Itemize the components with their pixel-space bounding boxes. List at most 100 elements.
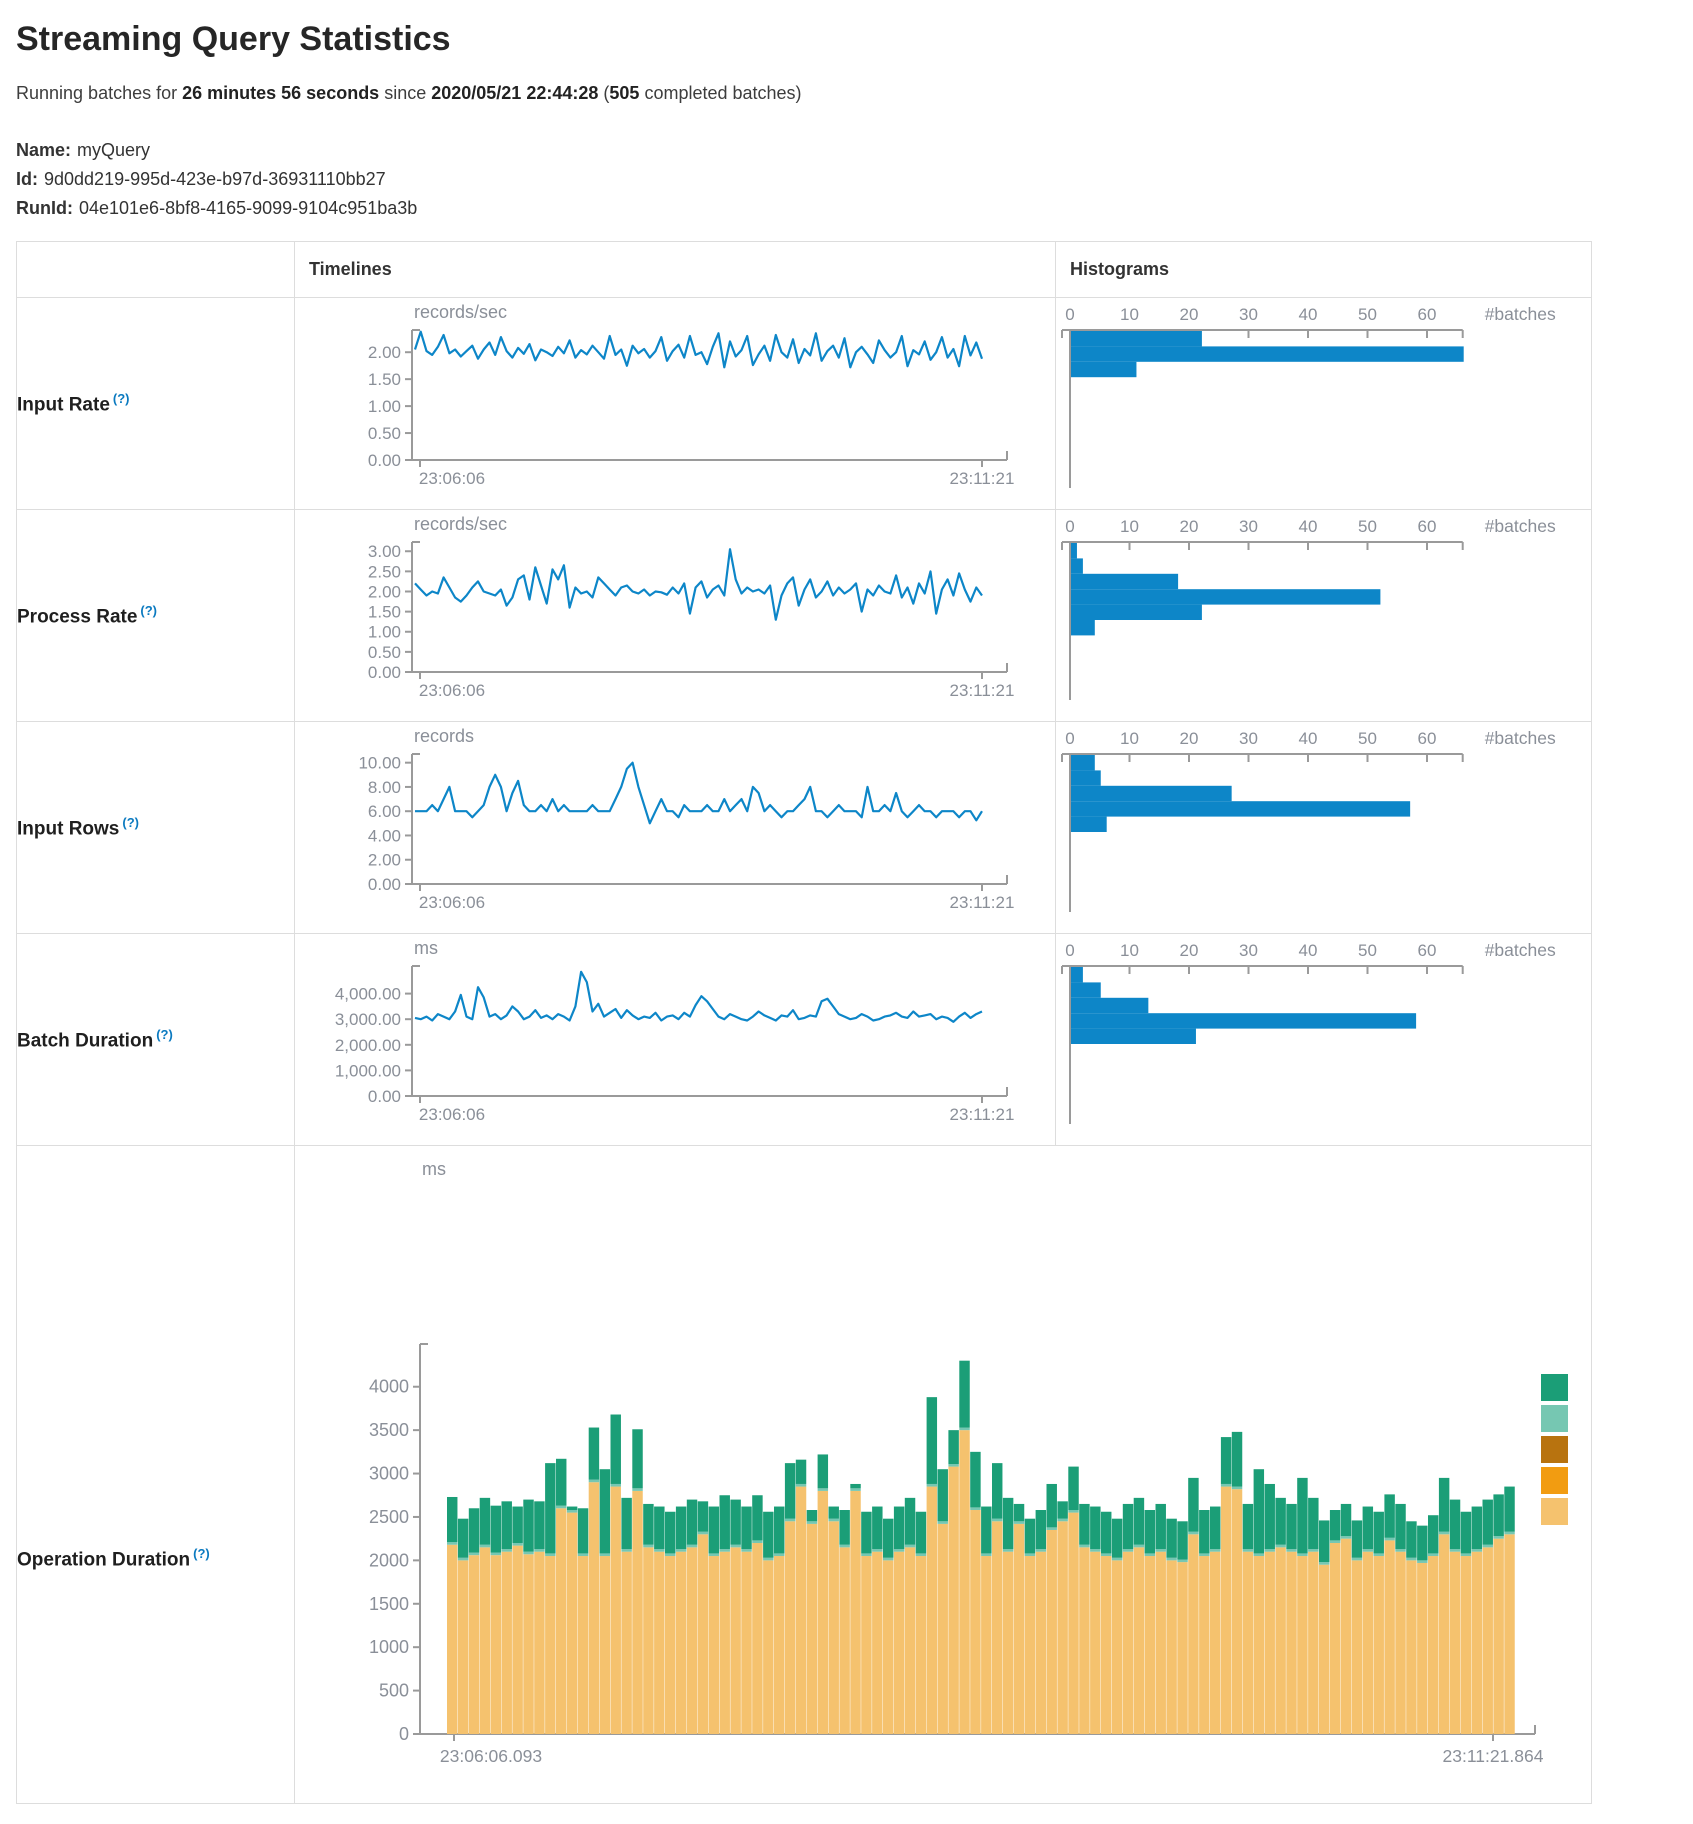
stacked-bar-mid [600, 1553, 610, 1556]
help-icon[interactable]: (?) [156, 1027, 173, 1042]
query-name-line: Name:myQuery [16, 140, 1677, 161]
stacked-bar-base [1504, 1534, 1514, 1734]
svg-text:records: records [414, 726, 474, 746]
query-name-value: myQuery [77, 140, 150, 160]
stacked-bar-mid [1047, 1527, 1057, 1530]
stacked-bar-base [676, 1552, 686, 1734]
stacked-bar-mid [665, 1553, 675, 1556]
stacked-bar-mid [1384, 1538, 1394, 1541]
stacked-bar-base [1395, 1552, 1405, 1734]
svg-text:records/sec: records/sec [414, 514, 507, 534]
stacked-bar-top [1243, 1504, 1253, 1549]
stacked-bar-mid [458, 1558, 468, 1561]
svg-text:2,000.00: 2,000.00 [335, 1036, 401, 1055]
stacked-bar-base [698, 1534, 708, 1734]
row-label-text: Batch Duration [17, 1030, 153, 1051]
process-rate-timeline-cell: records/sec3.002.502.001.501.000.500.002… [295, 510, 1056, 722]
stacked-bar-top [1090, 1507, 1100, 1550]
stacked-bar-mid [523, 1552, 533, 1555]
stacked-bar-mid [1166, 1558, 1176, 1561]
query-runid-label: RunId: [16, 198, 73, 218]
stacked-bar-top [1025, 1519, 1035, 1554]
histogram-bar [1071, 770, 1101, 785]
svg-text:3000: 3000 [369, 1464, 409, 1484]
svg-text:0.50: 0.50 [368, 424, 401, 443]
help-icon[interactable]: (?) [122, 815, 139, 830]
svg-text:1,000.00: 1,000.00 [335, 1061, 401, 1080]
row-label-text: Input Rows [17, 818, 119, 839]
stacked-bar-base [687, 1547, 697, 1734]
stacked-bar-mid [1439, 1532, 1449, 1535]
stacked-bar-mid [1232, 1487, 1242, 1490]
svg-text:0: 0 [399, 1724, 409, 1744]
svg-text:4.00: 4.00 [368, 826, 401, 845]
stacked-bar-top [829, 1507, 839, 1519]
stacked-bar-base [850, 1491, 860, 1734]
row-label-input-rate: Input Rate(?) [17, 298, 295, 510]
stacked-bar-top [1406, 1521, 1416, 1557]
stacked-bar-top [1101, 1512, 1111, 1554]
stacked-bar-mid [1265, 1549, 1275, 1552]
stacked-bar-base [1341, 1539, 1351, 1734]
batch-duration-timeline-cell: ms4,000.003,000.002,000.001,000.000.0023… [295, 934, 1056, 1146]
stacked-bar-mid [589, 1480, 599, 1483]
stacked-bar-top [1265, 1484, 1275, 1549]
svg-text:0: 0 [1065, 517, 1074, 536]
stacked-bar-base [1188, 1534, 1198, 1734]
subtitle-text: Running batches for [16, 83, 182, 103]
svg-text:20: 20 [1180, 729, 1199, 748]
help-icon[interactable]: (?) [193, 1546, 210, 1561]
stacked-bar-mid [611, 1484, 621, 1487]
stacked-bar-mid [1254, 1553, 1264, 1556]
svg-text:0.00: 0.00 [368, 663, 401, 682]
svg-text:30: 30 [1239, 305, 1258, 324]
stacked-bar-mid [1057, 1519, 1067, 1522]
timeline-line [415, 972, 982, 1022]
stacked-bar-mid [643, 1545, 653, 1548]
stacked-bar-mid [687, 1545, 697, 1548]
stacked-bar-top [1057, 1501, 1067, 1518]
stacked-bar-top [1047, 1484, 1057, 1527]
stacked-bar-base [621, 1552, 631, 1734]
svg-text:0: 0 [1065, 305, 1074, 324]
stacked-bar-base [1406, 1560, 1416, 1734]
stacked-bar-top [534, 1501, 544, 1549]
row-label-text: Process Rate [17, 606, 137, 627]
stacked-bar-mid [1363, 1549, 1373, 1552]
stacked-bar-mid [741, 1549, 751, 1552]
svg-text:2000: 2000 [369, 1550, 409, 1570]
table-row-operation-duration: Operation Duration(?) ms4000350030002500… [17, 1146, 1592, 1804]
stacked-bar-mid [829, 1519, 839, 1522]
svg-text:60: 60 [1418, 517, 1437, 536]
svg-text:60: 60 [1418, 941, 1437, 960]
help-icon[interactable]: (?) [140, 603, 157, 618]
svg-text:10: 10 [1120, 941, 1139, 960]
stacked-bar-base [1156, 1552, 1166, 1734]
stacked-bar-mid [1101, 1553, 1111, 1556]
stacked-bar-top [1341, 1504, 1351, 1536]
stacked-bar-top [709, 1507, 719, 1554]
table-row-batch-duration: Batch Duration(?) ms4,000.003,000.002,00… [17, 934, 1592, 1146]
stacked-bar-base [589, 1482, 599, 1734]
stacked-bar-base [1450, 1552, 1460, 1734]
stacked-bar-base [1297, 1556, 1307, 1734]
stacked-bar-top [720, 1495, 730, 1549]
svg-text:40: 40 [1299, 305, 1318, 324]
stacked-bar-base [959, 1430, 969, 1734]
stacked-bar-mid [1352, 1558, 1362, 1561]
stacked-bar-mid [491, 1553, 501, 1556]
stacked-bar-mid [894, 1549, 904, 1552]
stacked-bar-mid [992, 1519, 1002, 1522]
help-icon[interactable]: (?) [113, 391, 130, 406]
row-label-text: Input Rate [17, 394, 110, 415]
stacked-bar-mid [1319, 1562, 1329, 1565]
stacked-bar-top [861, 1512, 871, 1554]
stacked-bar-mid [1493, 1536, 1503, 1539]
timeline-line [415, 549, 982, 620]
stacked-bar-mid [850, 1488, 860, 1491]
stacked-bar-mid [938, 1521, 948, 1524]
stacked-bar-top [1068, 1467, 1078, 1510]
stacked-bar-top [1079, 1504, 1089, 1545]
stacked-bar-mid [709, 1553, 719, 1556]
stacked-bar-mid [502, 1549, 512, 1552]
